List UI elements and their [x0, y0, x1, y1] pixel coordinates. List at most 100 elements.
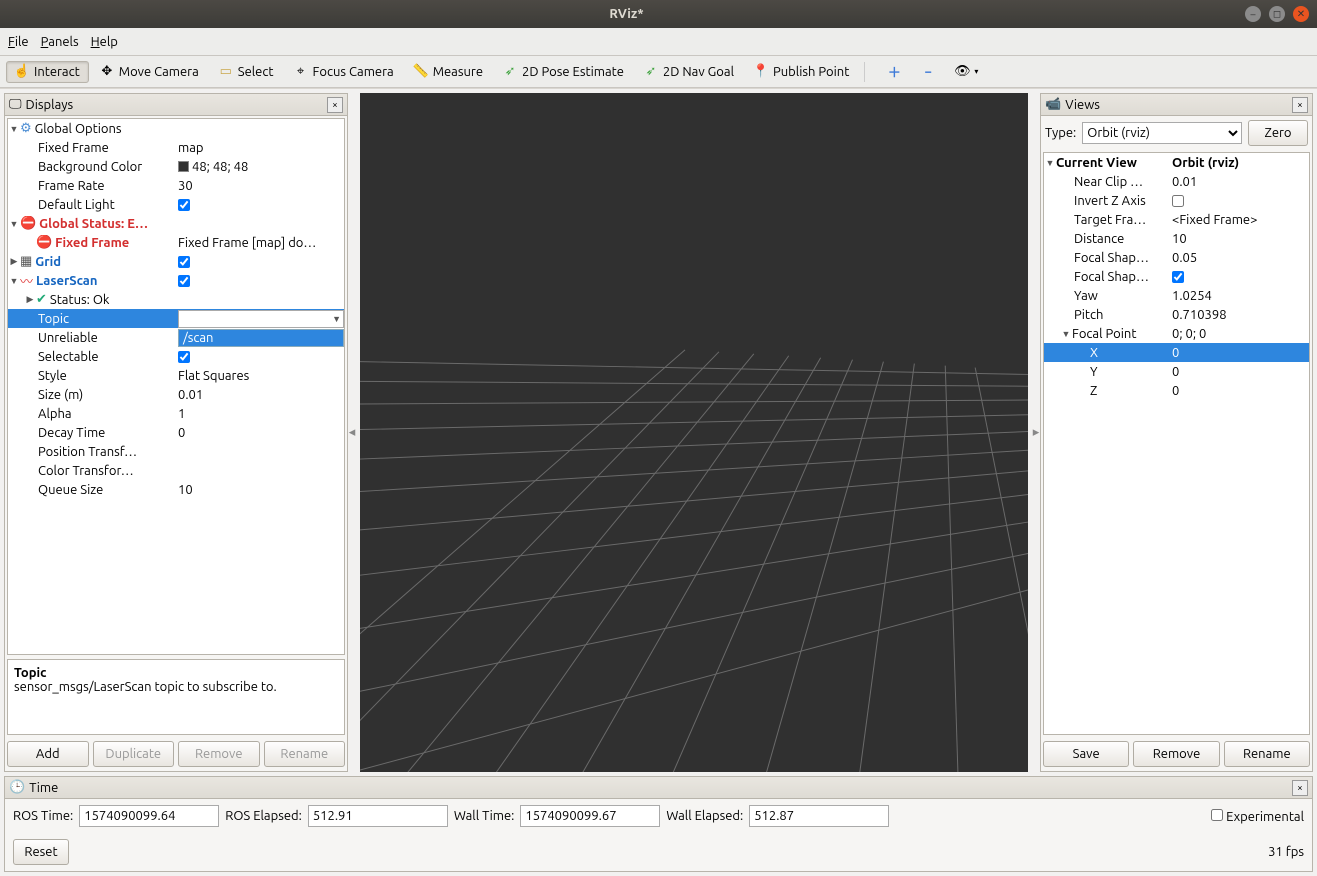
menu-help[interactable]: Help [91, 35, 118, 49]
views-rename-button[interactable]: Rename [1224, 741, 1310, 767]
topic-dropdown-option[interactable]: /scan [178, 329, 344, 347]
y-label[interactable]: Y [1090, 365, 1098, 379]
size-label[interactable]: Size (m) [38, 388, 83, 402]
status-ok-item[interactable]: Status: Ok [50, 293, 110, 307]
views-close-button[interactable]: × [1292, 97, 1308, 113]
laserscan-checkbox[interactable] [178, 275, 190, 287]
default-light-checkbox[interactable] [178, 199, 190, 211]
experimental-checkbox[interactable] [1211, 809, 1223, 821]
select-button[interactable]: ▭Select [210, 61, 283, 83]
duplicate-button[interactable]: Duplicate [93, 741, 175, 767]
yaw-value[interactable]: 1.0254 [1172, 289, 1309, 303]
position-transformer-label[interactable]: Position Transf… [38, 445, 137, 459]
add-tool-button[interactable]: ＋ [878, 61, 910, 83]
y-value[interactable]: 0 [1172, 365, 1309, 379]
wall-time-field[interactable] [520, 805, 660, 827]
target-frame-label[interactable]: Target Fra… [1074, 213, 1146, 227]
publish-point-button[interactable]: 📍Publish Point [745, 61, 858, 83]
focal-shape-fixed-checkbox[interactable] [1172, 271, 1184, 283]
minimize-icon[interactable]: – [1245, 6, 1261, 22]
current-view-label[interactable]: Current View [1056, 156, 1137, 170]
z-label[interactable]: Z [1090, 384, 1097, 398]
x-row[interactable]: X0 [1044, 343, 1309, 362]
distance-value[interactable]: 10 [1172, 232, 1309, 246]
ros-time-field[interactable] [79, 805, 219, 827]
frame-rate-value[interactable]: 30 [178, 179, 344, 193]
zero-button[interactable]: Zero [1248, 120, 1308, 146]
topic-row[interactable]: Topic▼ [8, 309, 344, 328]
views-remove-button[interactable]: Remove [1133, 741, 1219, 767]
frame-rate-label[interactable]: Frame Rate [38, 179, 105, 193]
save-button[interactable]: Save [1043, 741, 1129, 767]
remove-tool-button[interactable]: − [912, 61, 944, 83]
queue-label[interactable]: Queue Size [38, 483, 103, 497]
distance-label[interactable]: Distance [1074, 232, 1124, 246]
move-camera-button[interactable]: ✥Move Camera [91, 61, 208, 83]
interact-button[interactable]: ☝Interact [6, 61, 89, 83]
grid-item[interactable]: Grid [35, 255, 61, 269]
displays-tree[interactable]: ▼ ⚙ Global Options Fixed Frame map Backgro… [7, 118, 345, 655]
nav-goal-button[interactable]: ➶2D Nav Goal [635, 61, 743, 83]
remove-button[interactable]: Remove [178, 741, 260, 767]
near-clip-label[interactable]: Near Clip … [1074, 175, 1143, 189]
measure-button[interactable]: 📏Measure [405, 61, 492, 83]
default-light-label[interactable]: Default Light [38, 198, 115, 212]
target-frame-value[interactable]: <Fixed Frame> [1172, 213, 1309, 227]
style-value[interactable]: Flat Squares [178, 369, 344, 383]
splitter-right[interactable]: ▸ [1032, 89, 1040, 776]
yaw-label[interactable]: Yaw [1074, 289, 1098, 303]
global-options-item[interactable]: Global Options [35, 122, 122, 136]
size-value[interactable]: 0.01 [178, 388, 344, 402]
close-icon[interactable]: ✕ [1293, 6, 1309, 22]
viewport-3d[interactable] [360, 93, 1028, 772]
x-value[interactable]: 0 [1172, 346, 1309, 360]
eye-dropdown-button[interactable]: 👁▾ [946, 61, 987, 83]
focal-point-value[interactable]: 0; 0; 0 [1172, 327, 1309, 341]
views-tree[interactable]: ▼Current ViewOrbit (rviz) Near Clip …0.0… [1043, 152, 1310, 735]
maximize-icon[interactable]: ◻ [1269, 6, 1285, 22]
focus-camera-button[interactable]: ⌖Focus Camera [285, 61, 403, 83]
menu-file[interactable]: File [8, 35, 29, 49]
gear-icon: ⚙ [20, 121, 32, 136]
grid-checkbox[interactable] [178, 256, 190, 268]
wall-elapsed-field[interactable] [749, 805, 889, 827]
topic-combobox[interactable]: ▼ [178, 310, 344, 328]
focal-shape-fixed-label[interactable]: Focal Shap… [1074, 270, 1149, 284]
menu-panels[interactable]: Panels [41, 35, 79, 49]
fixed-frame-value[interactable]: map [178, 141, 344, 155]
style-label[interactable]: Style [38, 369, 67, 383]
fixed-frame-status-label[interactable]: Fixed Frame [55, 236, 129, 250]
decay-label[interactable]: Decay Time [38, 426, 105, 440]
selectable-label[interactable]: Selectable [38, 350, 99, 364]
add-button[interactable]: Add [7, 741, 89, 767]
background-label[interactable]: Background Color [38, 160, 142, 174]
reset-button[interactable]: Reset [13, 839, 69, 865]
fixed-frame-label[interactable]: Fixed Frame [38, 141, 109, 155]
laserscan-item[interactable]: LaserScan [36, 274, 97, 288]
rename-button[interactable]: Rename [264, 741, 346, 767]
splitter-left[interactable]: ◂ [348, 89, 356, 776]
focal-point-label[interactable]: Focal Point [1072, 327, 1136, 341]
global-status-item[interactable]: Global Status: E… [39, 217, 148, 231]
alpha-label[interactable]: Alpha [38, 407, 72, 421]
ros-elapsed-field[interactable] [308, 805, 448, 827]
unreliable-label[interactable]: Unreliable [38, 331, 98, 345]
selectable-checkbox[interactable] [178, 351, 190, 363]
invert-z-checkbox[interactable] [1172, 195, 1184, 207]
displays-close-button[interactable]: × [327, 97, 343, 113]
focal-shape-size-value[interactable]: 0.05 [1172, 251, 1309, 265]
time-close-button[interactable]: × [1292, 780, 1308, 796]
near-clip-value[interactable]: 0.01 [1172, 175, 1309, 189]
view-type-select[interactable]: Orbit (rviz) [1082, 122, 1242, 144]
z-value[interactable]: 0 [1172, 384, 1309, 398]
color-transformer-label[interactable]: Color Transfor… [38, 464, 134, 478]
decay-value[interactable]: 0 [178, 426, 344, 440]
focal-shape-size-label[interactable]: Focal Shap… [1074, 251, 1149, 265]
pitch-value[interactable]: 0.710398 [1172, 308, 1309, 322]
alpha-value[interactable]: 1 [178, 407, 344, 421]
pitch-label[interactable]: Pitch [1074, 308, 1103, 322]
background-value[interactable]: 48; 48; 48 [178, 160, 344, 174]
queue-value[interactable]: 10 [178, 483, 344, 497]
invert-z-label[interactable]: Invert Z Axis [1074, 194, 1146, 208]
pose-estimate-button[interactable]: ➶2D Pose Estimate [494, 61, 633, 83]
